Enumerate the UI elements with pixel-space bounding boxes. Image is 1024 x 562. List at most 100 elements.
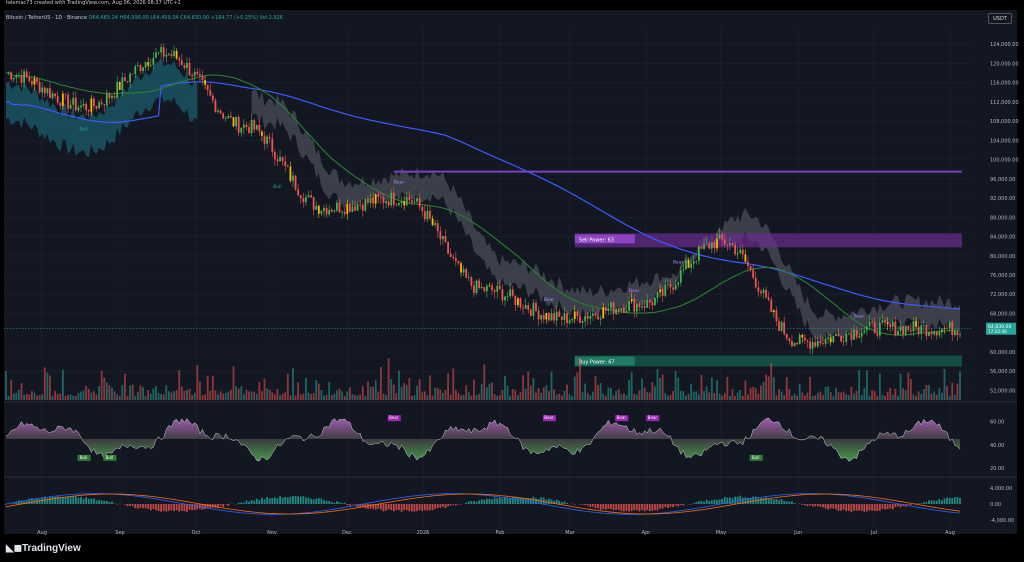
candle-body <box>654 297 656 306</box>
volume-bar <box>803 395 806 400</box>
candle-body <box>731 243 734 245</box>
candle-body <box>478 280 481 289</box>
volume-bar <box>853 393 855 400</box>
volume-bar <box>64 395 67 400</box>
candle-body <box>418 198 421 207</box>
currency-button[interactable]: USDT <box>988 13 1012 24</box>
candle-body <box>819 341 822 344</box>
tradingview-logo[interactable]: ◣◼TradingView <box>6 543 81 554</box>
macd-histogram-bar <box>806 504 809 507</box>
candle-body <box>442 235 444 240</box>
volume-bar <box>434 387 437 400</box>
candle-body <box>395 204 398 206</box>
macd-histogram-bar <box>625 504 628 511</box>
y-tick-label: 92,000.00 <box>990 196 1015 202</box>
candle-body <box>604 307 607 311</box>
volume-bar <box>457 392 460 400</box>
volume-bar <box>136 391 139 400</box>
volume-bar <box>876 395 879 400</box>
volume-bar <box>201 395 204 400</box>
macd-histogram-bar <box>170 504 173 511</box>
volume-bar <box>390 379 393 400</box>
macd-histogram-bar <box>635 504 638 511</box>
macd-histogram-bar <box>266 497 269 504</box>
candle-body <box>124 77 126 82</box>
candle-body <box>504 296 506 301</box>
candle-body <box>263 135 266 144</box>
macd-histogram-bar <box>819 504 822 507</box>
volume-bar <box>721 395 724 400</box>
candle-body <box>155 52 157 58</box>
volume-bar <box>429 375 431 400</box>
volume-bar <box>692 391 695 400</box>
macd-histogram-bar <box>449 504 452 506</box>
volume-bar <box>418 379 421 400</box>
macd-histogram-bar <box>341 503 343 504</box>
volume-bar <box>217 394 219 400</box>
volume-bar <box>620 394 623 400</box>
y-tick-label: 116,000.00 <box>990 81 1019 87</box>
y-tick-label: 104,000.00 <box>990 138 1019 144</box>
candle-body <box>219 110 222 114</box>
candle-body <box>317 205 320 214</box>
candle-body <box>638 303 641 308</box>
volume-bar <box>478 393 481 400</box>
volume-bar <box>687 393 690 400</box>
macd-histogram-bar <box>589 504 592 508</box>
volume-bar <box>625 395 628 400</box>
volume-bar <box>292 368 294 400</box>
candle-body <box>333 210 336 212</box>
chart-canvas[interactable]: 124,000.00 120,000.00 116,000.00 112,000.00… <box>0 0 1024 562</box>
candle-body <box>248 126 250 133</box>
macd-histogram-bar <box>305 497 307 504</box>
macd-histogram-bar <box>739 495 742 504</box>
volume-bar <box>716 380 718 400</box>
candle-body <box>488 285 491 287</box>
candle-body <box>687 260 690 268</box>
volume-bar <box>845 394 848 400</box>
volume-bar <box>928 385 930 400</box>
candle-body <box>183 65 186 68</box>
candle-body <box>162 47 165 57</box>
volume-bar <box>858 370 861 400</box>
macd-histogram-bar <box>824 504 827 509</box>
volume-bar <box>442 392 444 400</box>
ohlc-values: O64,665.24 H64,996.00 L64,459.34 C64,830… <box>88 15 258 21</box>
volume-bar <box>95 394 98 400</box>
candle-body <box>341 211 343 213</box>
macd-histogram-bar <box>431 504 434 511</box>
candle-body <box>682 269 685 271</box>
volume-bar <box>364 395 367 400</box>
volume-bar <box>731 389 734 400</box>
macd-histogram-bar <box>284 497 287 504</box>
macd-histogram-bar <box>95 500 98 504</box>
macd-histogram-bar <box>470 500 473 504</box>
candle-body <box>749 266 752 270</box>
candle-body <box>597 315 599 320</box>
macd-histogram-bar <box>630 504 633 511</box>
candle-body <box>506 296 509 298</box>
volume-bar <box>860 395 863 400</box>
macd-histogram-bar <box>387 504 390 510</box>
candle-body <box>113 95 116 98</box>
candle-body <box>292 175 294 181</box>
macd-histogram-bar <box>222 504 225 507</box>
macd-histogram-bar <box>338 502 341 504</box>
volume-bar <box>310 393 312 400</box>
candle-body <box>191 75 194 77</box>
macd-histogram-bar <box>87 498 90 504</box>
candle-body <box>734 244 736 255</box>
macd-histogram-bar <box>408 504 411 512</box>
candle-body <box>473 285 475 294</box>
candle-body <box>175 50 178 59</box>
volume-bar <box>69 394 72 400</box>
candle-body <box>59 102 62 106</box>
macd-histogram-bar <box>64 497 67 504</box>
macd-histogram-bar <box>651 504 654 511</box>
volume-bar <box>480 384 483 400</box>
candle-body <box>809 341 811 349</box>
volume-bar <box>219 391 222 400</box>
volume-value: Vol 2.92K <box>259 15 284 21</box>
macd-histogram-bar <box>271 497 274 504</box>
macd-histogram-bar <box>690 504 693 505</box>
